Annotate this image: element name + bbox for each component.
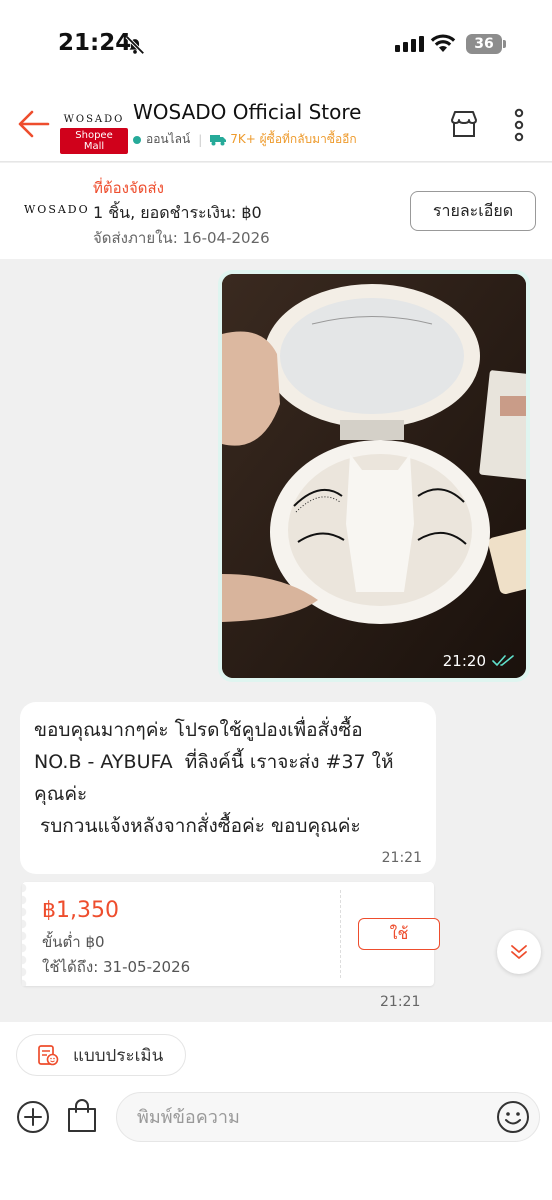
online-dot-icon <box>133 135 141 144</box>
voucher-amount: ฿1,350 <box>42 898 119 923</box>
message-line: รบกวนแจ้งหลังจากสั่งซื้อค่ะ ขอบคุณค่ะ <box>34 815 361 837</box>
order-ship-date: จัดส่งภายใน: 16-04-2026 <box>93 229 270 247</box>
bell-off-icon <box>125 35 145 55</box>
status-time: 21:24 <box>58 30 132 56</box>
chevron-double-down-icon <box>511 945 527 959</box>
shop-icon[interactable] <box>448 108 480 140</box>
add-attachment-icon[interactable] <box>16 1100 50 1134</box>
text-message-bubble[interactable]: ขอบคุณมากๆค่ะ โปรดใช้คูปองเพื่อสั่งซื้อ … <box>20 702 436 874</box>
store-logo-text: WOSADO <box>63 114 125 125</box>
wifi-icon <box>430 34 456 52</box>
review-chip[interactable]: แบบประเมิน <box>16 1034 187 1076</box>
chat-header: WOSADO Shopee Mall WOSADO Official Store… <box>0 90 552 162</box>
battery-tip <box>503 40 506 48</box>
lash-case-photo <box>222 274 526 678</box>
scroll-to-bottom-button[interactable] <box>497 930 541 974</box>
image-message-bubble[interactable]: 21:20 <box>218 270 530 682</box>
message-timestamp: 21:21 <box>381 850 422 866</box>
online-status: ออนไลน์ <box>146 132 191 146</box>
message-input[interactable] <box>116 1092 540 1142</box>
cellular-signal-icon <box>395 36 424 52</box>
store-logo[interactable]: WOSADO Shopee Mall <box>60 114 128 154</box>
order-details-button[interactable]: รายละเอียด <box>410 191 536 231</box>
image-timestamp: 21:20 <box>443 652 514 670</box>
order-summary: 1 ชิ้น, ยอดชำระเงิน: ฿0 <box>93 203 262 222</box>
review-chip-label: แบบประเมิน <box>73 1045 164 1066</box>
order-summary-bar[interactable]: WOSADO ที่ต้องจัดส่ง 1 ชิ้น, ยอดชำระเงิน… <box>0 163 552 259</box>
store-name[interactable]: WOSADO Official Store <box>133 100 361 124</box>
status-bar: 21:24 36 <box>0 0 552 90</box>
message-line: ขอบคุณมากๆค่ะ โปรดใช้คูปองเพื่อสั่งซื้อ <box>34 719 363 741</box>
order-product-thumbnail: WOSADO <box>24 203 90 216</box>
read-check-icon <box>492 655 514 667</box>
voucher-min-spend: ขั้นต่ำ ฿0 <box>42 933 105 951</box>
shopping-bag-icon[interactable] <box>66 1098 98 1134</box>
review-form-icon <box>38 1045 59 1066</box>
voucher-card[interactable]: ฿1,350 ขั้นต่ำ ฿0 ใช้ได้ถึง: 31-05-2026 … <box>22 882 440 986</box>
divider: | <box>198 132 203 147</box>
message-line: NO.B - AYBUFA ที่ลิงค์นี้ เราจะส่ง #37 ใ… <box>34 751 394 773</box>
more-vertical-icon[interactable] <box>512 108 526 142</box>
store-subtitle: ออนไลน์ | 7K+ ผู้ซื้อที่กลับมาซื้ออีก <box>133 130 357 149</box>
use-voucher-button[interactable]: ใช้ <box>358 918 440 950</box>
product-photo[interactable]: 21:20 <box>222 274 526 678</box>
order-status: ที่ต้องจัดส่ง <box>93 179 164 197</box>
image-time: 21:20 <box>442 652 486 670</box>
shopee-mall-badge: Shopee Mall <box>60 128 128 154</box>
voucher-valid-until: ใช้ได้ถึง: 31-05-2026 <box>42 958 191 976</box>
composer-area: แบบประเมิน <box>0 1022 552 1200</box>
message-line: คุณค่ะ <box>34 783 88 805</box>
voucher-perforated-edge <box>22 882 30 986</box>
emoji-icon[interactable] <box>496 1100 530 1134</box>
voucher-timestamp: 21:21 <box>380 994 421 1010</box>
back-arrow-icon[interactable] <box>16 106 52 142</box>
truck-icon <box>210 134 227 145</box>
voucher-divider <box>340 890 341 978</box>
repeat-buyers: 7K+ ผู้ซื้อที่กลับมาซื้ออีก <box>230 132 357 146</box>
battery-indicator: 36 <box>466 34 502 54</box>
